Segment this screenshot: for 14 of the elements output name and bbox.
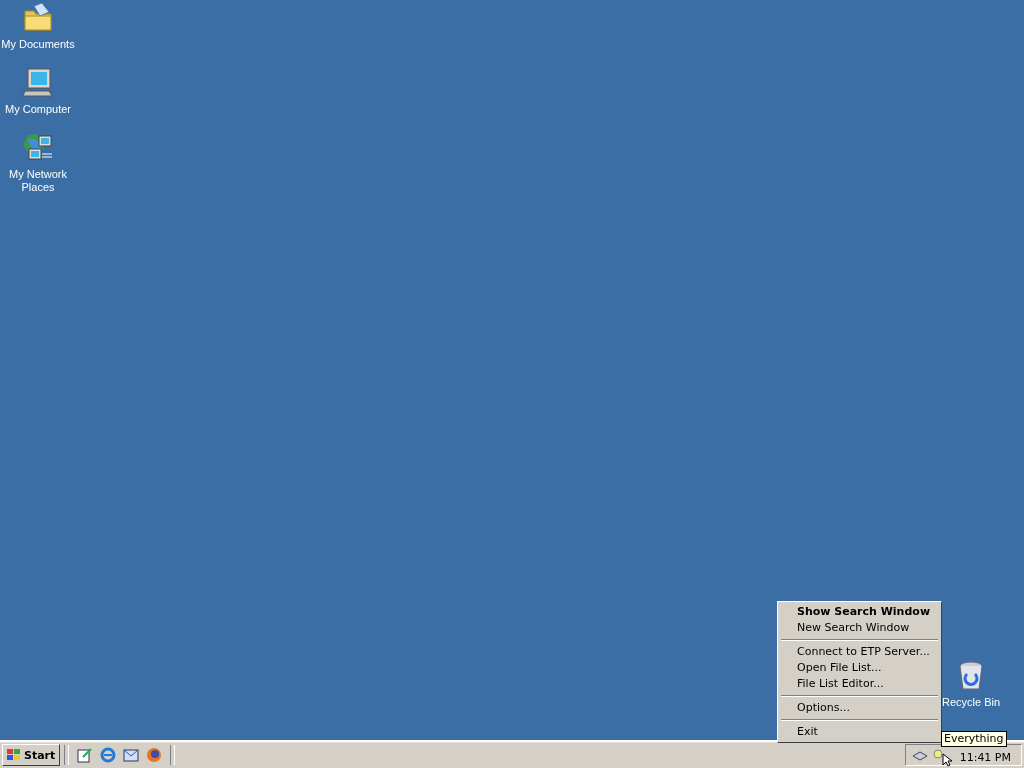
icon-label[interactable]: Recycle Bin (940, 696, 1002, 709)
clock[interactable]: 11:41 PM (959, 746, 1011, 764)
menu-item[interactable]: Exit (780, 724, 939, 740)
start-button[interactable]: Start (2, 744, 61, 766)
menu-item[interactable]: Options... (780, 700, 939, 716)
menu-item[interactable]: File List Editor... (780, 676, 939, 692)
menu-item[interactable]: New Search Window (780, 620, 939, 636)
icon-label[interactable]: My Network Places (0, 168, 76, 194)
menu-item[interactable]: Open File List... (780, 660, 939, 676)
icon-label[interactable]: My Documents (0, 38, 76, 51)
tooltip: Everything (941, 731, 1007, 747)
icon-label[interactable]: My Computer (4, 103, 72, 116)
menu-item[interactable]: Connect to ETP Server... (780, 644, 939, 660)
menu-item[interactable]: Show Search Window (780, 604, 939, 620)
